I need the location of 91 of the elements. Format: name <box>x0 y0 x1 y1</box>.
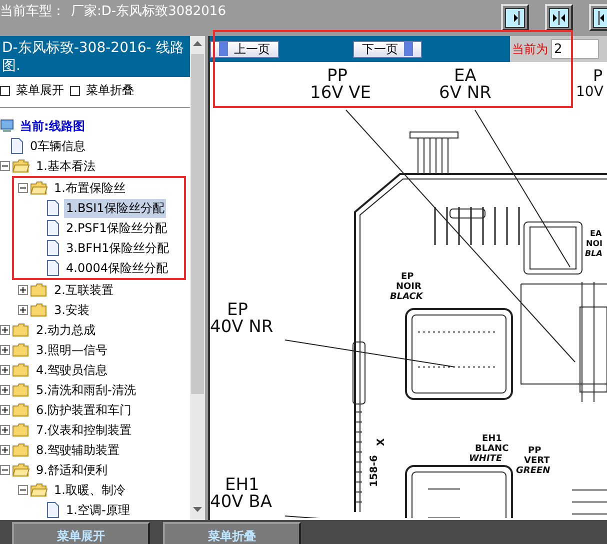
expander-icon[interactable] <box>18 305 28 315</box>
diagram-label: 6V NR <box>439 85 492 102</box>
folder-icon <box>12 463 30 477</box>
diagram-label: PP <box>327 68 348 85</box>
collapse-all-link[interactable]: 菜单折叠 <box>70 82 134 99</box>
scroll-up-icon[interactable] <box>193 41 202 46</box>
diagram-label: EA <box>590 230 602 238</box>
page-icon <box>46 240 60 256</box>
scrollbar[interactable] <box>190 36 205 520</box>
expander-icon[interactable] <box>0 445 10 455</box>
diagram-label: 16V VE <box>310 85 372 102</box>
diagram-label: NOI <box>586 240 602 248</box>
diagram-label: NOIR <box>396 283 422 292</box>
diagram-title: D-东风标致-308-2016- 线路图. <box>0 36 190 77</box>
tree-item[interactable]: 3.BFH1保险丝分配 <box>64 238 172 258</box>
tree-item[interactable]: 7.仪表和控制装置 <box>34 420 134 440</box>
expander-icon[interactable] <box>18 183 28 193</box>
folder-icon <box>12 383 30 397</box>
tree-item[interactable]: 1.空调-原理 <box>64 500 132 520</box>
diagram-label: BLA <box>585 250 602 258</box>
diagram-label: GREEN <box>516 467 550 476</box>
tree-item[interactable]: 1.BSI1保险丝分配 <box>64 198 166 218</box>
diagram-label: BLACK <box>390 293 423 302</box>
tree-item[interactable]: 3.照明—信号 <box>34 340 110 360</box>
diagram-label: EA <box>454 68 476 85</box>
folder-icon <box>30 283 48 297</box>
diagram-label: P <box>593 68 603 84</box>
tree-item[interactable]: 2.互联装置 <box>52 280 116 300</box>
tree-item[interactable]: 6.防护装置和车门 <box>34 400 134 420</box>
diagram-label: EH1 <box>482 435 502 444</box>
expander-icon[interactable] <box>0 365 10 375</box>
folder-icon <box>12 363 30 377</box>
tree-item[interactable]: 0车辆信息 <box>28 136 88 156</box>
page-icon <box>46 220 60 236</box>
diagram-label: BLANC <box>475 445 509 454</box>
diagram-label: EP <box>401 273 414 282</box>
expand-all-link[interactable]: 菜单展开 <box>0 82 64 99</box>
folder-icon <box>30 483 48 497</box>
diagram-label: WHITE <box>469 455 502 464</box>
panel-toggle-button[interactable] <box>501 4 529 31</box>
page-icon <box>46 502 60 518</box>
tree-item[interactable]: 1.基本看法 <box>34 156 98 176</box>
tree-item[interactable]: 1.取暖、制冷 <box>52 480 128 500</box>
folder-icon <box>30 303 48 317</box>
diagram-label: 40V NR <box>210 319 274 336</box>
previous-page-button[interactable]: 上一页 <box>210 40 279 58</box>
folder-icon <box>12 443 30 457</box>
expander-icon[interactable] <box>0 385 10 395</box>
scroll-down-icon[interactable] <box>193 507 202 512</box>
diagram-label: 158-6 <box>370 455 380 487</box>
page-icon <box>46 200 60 216</box>
diagram-label: EH1 <box>225 477 260 494</box>
diagram-label: PP <box>528 447 542 456</box>
folder-icon <box>30 181 48 195</box>
page-icon <box>46 260 60 276</box>
expander-icon[interactable] <box>0 345 10 355</box>
vehicle-label: 当前车型： <box>0 3 65 20</box>
folder-icon <box>12 159 30 173</box>
page-icon <box>10 138 24 154</box>
tree-item[interactable]: 2.动力总成 <box>34 320 98 340</box>
tree-item[interactable]: 8.驾驶辅助装置 <box>34 440 122 460</box>
vehicle-name: 厂家:D-东风标致3082016 <box>71 3 226 20</box>
next-page-button[interactable]: 下一页 <box>353 40 422 58</box>
expander-icon[interactable] <box>0 425 10 435</box>
diagram-label: VERT <box>524 457 550 466</box>
tree-item[interactable]: 2.PSF1保险丝分配 <box>64 218 169 238</box>
tree-item[interactable]: 1.布置保险丝 <box>52 178 128 198</box>
expander-icon[interactable] <box>18 485 28 495</box>
diagram-label: X <box>377 438 387 446</box>
folder-icon <box>12 423 30 437</box>
page-number-field[interactable]: 2 <box>551 39 599 59</box>
tree-item[interactable]: 4.0004保险丝分配 <box>64 258 170 278</box>
expander-icon[interactable] <box>0 325 10 335</box>
current-page-label: 当前为 <box>512 40 548 58</box>
diagram-label: 10V <box>576 85 604 99</box>
tree-item[interactable]: 3.安装 <box>52 300 92 320</box>
diagram-label: 40V BA <box>210 494 272 511</box>
folder-icon <box>12 403 30 417</box>
expander-icon[interactable] <box>18 285 28 295</box>
diagram-label: EP <box>227 302 248 319</box>
tree-item[interactable]: 当前:线路图 <box>18 116 87 136</box>
tree-item[interactable]: 4.驾驶员信息 <box>34 360 110 380</box>
folder-icon <box>12 323 30 337</box>
expander-icon[interactable] <box>0 161 10 171</box>
tree-item[interactable]: 9.舒适和便利 <box>34 460 110 480</box>
tree-item[interactable]: 5.清洗和雨刮-清洗 <box>34 380 138 400</box>
folder-icon <box>12 343 30 357</box>
computer-icon <box>0 119 14 133</box>
panel-toggle-button[interactable] <box>545 4 573 31</box>
expander-icon[interactable] <box>0 405 10 415</box>
expander-icon[interactable] <box>0 465 10 475</box>
